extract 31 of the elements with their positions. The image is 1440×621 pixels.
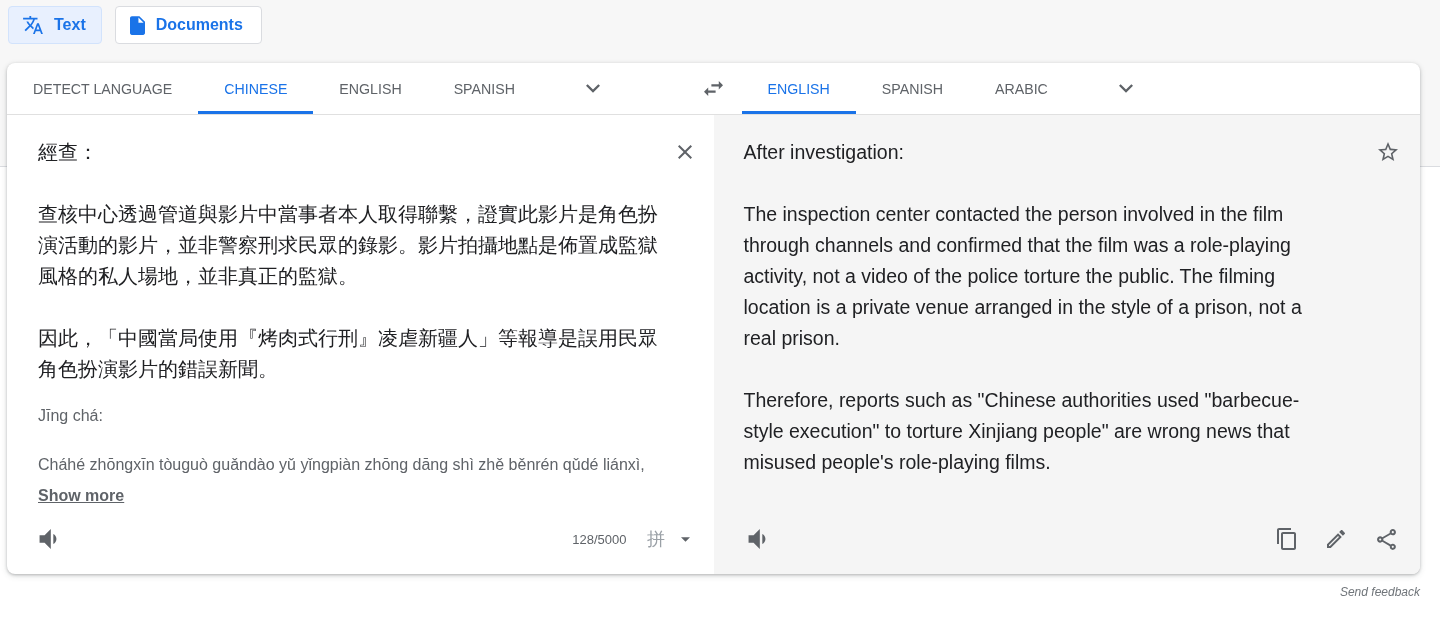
- speaker-icon: [38, 529, 58, 549]
- document-icon: [129, 15, 145, 35]
- source-text[interactable]: 經查：: [38, 137, 662, 168]
- share-icon: [1376, 528, 1396, 550]
- source-language-tab[interactable]: ENGLISH: [313, 63, 428, 114]
- mode-tab[interactable]: Documents: [114, 6, 262, 44]
- caret-down-icon: [680, 536, 690, 542]
- pencil-icon: [1327, 530, 1345, 548]
- character-count: 128/5000: [572, 531, 627, 547]
- source-language-tab[interactable]: CHINESE: [198, 63, 314, 114]
- chevron-down-icon: [1118, 84, 1133, 93]
- source-text[interactable]: 因此，「中國當局使用『烤肉式行刑』凌虐新疆人」等報導是誤用民眾角色扮演影片的錯誤新聞。: [38, 323, 662, 385]
- show-more-link[interactable]: Show more: [38, 483, 125, 508]
- translation-text: After investigation:: [743, 140, 905, 165]
- copy-icon: [1276, 528, 1296, 550]
- speaker-icon: [746, 529, 767, 549]
- target-language-tab[interactable]: SPANISH: [855, 63, 970, 114]
- close-icon: [678, 145, 692, 159]
- source-language-tab[interactable]: DETECT LANGUAGE: [7, 63, 199, 114]
- mode-tab[interactable]: Text: [8, 6, 102, 44]
- chevron-down-icon: [585, 84, 600, 93]
- romanization-text: Jīng chá:: [38, 406, 104, 426]
- send-feedback-link[interactable]: Send feedback: [1339, 585, 1420, 599]
- translation-text: Therefore, reports such as "Chinese authorities used "barbecue-style execution" to torture Xinjiang people" are wrong news that misused people's role-playing films.: [743, 388, 1301, 475]
- source-language-tab[interactable]: SPANISH: [427, 63, 541, 114]
- source-text[interactable]: 查核中心透過管道與影片中當事者本人取得聯繫，證實此影片是角色扮演活動的影片，並非警察刑求民眾的錄影。影片拍攝地點是佈置成監獄風格的私人場地，並非真正的監獄。: [38, 199, 662, 292]
- translation-text: The inspection center contacted the person involved in the film through channels and confirmed that the film was a role-playing activity, not a video of the police torture the public. The filming location is a private venue arranged in the style of a prison, not a real prison.: [743, 202, 1303, 351]
- translate-icon: [23, 16, 43, 34]
- romanization-text: Cháhé zhōngxīn tòuguò guǎndào yǔ yǐngpiàn zhōng dāng shì zhě běnrén qǔdé liánxì,: [38, 455, 646, 475]
- target-language-tab[interactable]: ARABIC: [969, 63, 1074, 114]
- swap-arrows-icon: [704, 81, 723, 96]
